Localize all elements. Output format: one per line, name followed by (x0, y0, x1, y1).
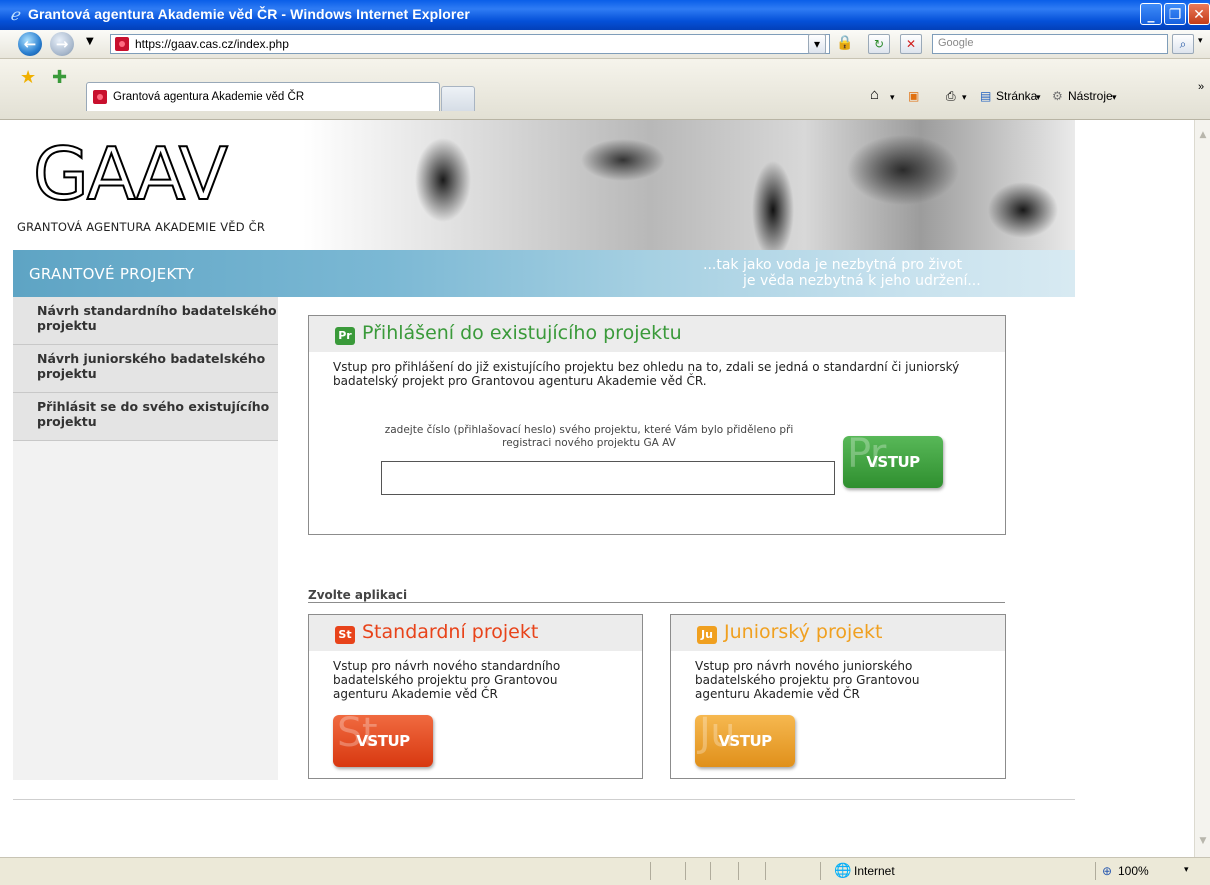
address-toolbar: ← → ▼ https://gaav.cas.cz/index.php ▾ 🔒 … (0, 30, 1210, 59)
login-title: Přihlášení do existujícího projektu (362, 322, 682, 344)
ie-logo-icon: ℯ (10, 5, 20, 24)
apps-heading: Zvolte aplikaci (308, 588, 408, 602)
login-badge: Pr (335, 327, 355, 345)
search-icon[interactable]: ⌕ (1172, 34, 1194, 54)
minimize-button[interactable]: _ (1140, 3, 1162, 25)
status-separator (710, 862, 711, 880)
login-panel: Pr Přihlášení do existujícího projektu V… (308, 315, 1006, 535)
lock-icon[interactable]: 🔒 (836, 35, 853, 51)
quote-line-1: ...tak jako voda je nezbytná pro život (703, 257, 963, 273)
stop-button[interactable]: ✕ (900, 34, 922, 54)
tab-label: Grantová agentura Akademie věd ČR (113, 91, 305, 103)
login-vstup-button[interactable]: Pr VSTUP (843, 431, 943, 488)
tab-bar: ★ ✚ Grantová agentura Akademie věd ČR ⌂ … (0, 59, 1210, 120)
search-options-icon[interactable]: ▾ (1198, 36, 1203, 46)
page-dropdown-icon[interactable]: ▾ (1036, 92, 1041, 103)
standard-project-panel: St Standardní projekt Vstup pro návrh no… (308, 614, 643, 779)
scroll-down-icon[interactable]: ▼ (1196, 836, 1210, 852)
add-favorite-icon[interactable]: ✚ (52, 67, 67, 88)
gear-icon: ⚙ (1052, 89, 1063, 103)
zoom-level[interactable]: 100% (1118, 864, 1149, 878)
site-header: GAAV GRANTOVÁ AGENTURA AKADEMIE VĚD ČR G… (13, 120, 1075, 297)
status-bar: 🌐 Internet ⊕ 100% ▾ (0, 857, 1210, 885)
login-button-label: VSTUP (866, 453, 920, 471)
close-button[interactable]: ✕ (1188, 3, 1210, 25)
junior-description: Vstup pro návrh nového juniorského badat… (695, 659, 920, 701)
status-separator (765, 862, 766, 880)
standard-button-label: VSTUP (356, 732, 410, 750)
standard-badge: St (335, 626, 355, 644)
page-viewport: GAAV GRANTOVÁ AGENTURA AKADEMIE VĚD ČR G… (0, 120, 1194, 857)
back-button[interactable]: ← (18, 32, 42, 56)
print-dropdown-icon[interactable]: ▾ (962, 92, 967, 103)
print-icon[interactable]: ⎙ (946, 89, 956, 104)
forward-button[interactable]: → (50, 32, 74, 56)
search-placeholder: Google (938, 37, 974, 49)
zone-label: Internet (854, 864, 895, 878)
project-code-input[interactable] (381, 461, 835, 495)
history-dropdown-icon[interactable]: ▼ (86, 36, 94, 47)
standard-panel-header: St Standardní projekt (309, 615, 642, 651)
page-menu[interactable]: Stránka (996, 89, 1037, 103)
apps-divider (308, 602, 1005, 603)
tab-gaav[interactable]: Grantová agentura Akademie věd ČR (86, 82, 440, 111)
login-description: Vstup pro přihlášení do již existujícího… (333, 360, 960, 388)
home-dropdown-icon[interactable]: ▾ (890, 92, 895, 103)
sidebar-item-standard-project[interactable]: Návrh standardního badatelského projektu (13, 297, 278, 345)
sidebar-item-login[interactable]: Přihlásit se do svého existujícího proje… (13, 393, 278, 441)
zoom-dropdown-icon[interactable]: ▾ (1184, 864, 1189, 875)
search-input[interactable]: Google (932, 34, 1168, 54)
junior-panel-header: Ju Juniorský projekt (671, 615, 1005, 651)
maximize-button[interactable]: ❐ (1164, 3, 1186, 25)
url-field[interactable]: https://gaav.cas.cz/index.php (110, 34, 830, 54)
new-tab-button[interactable] (441, 86, 475, 111)
tools-dropdown-icon[interactable]: ▾ (1112, 92, 1117, 103)
quote-line-2: je věda nezbytná k jeho udržení... (743, 273, 981, 289)
gaav-logo[interactable]: GAAV (32, 131, 229, 217)
status-separator (738, 862, 739, 880)
refresh-button[interactable]: ↻ (868, 34, 890, 54)
junior-button-label: VSTUP (718, 732, 772, 750)
header-quote: ...tak jako voda je nezbytná pro život j… (703, 257, 981, 289)
junior-vstup-button[interactable]: Ju VSTUP (695, 710, 795, 767)
junior-project-panel: Ju Juniorský projekt Vstup pro návrh nov… (670, 614, 1006, 779)
login-hint: zadejte číslo (přihlašovací heslo) svého… (384, 424, 794, 449)
tools-menu[interactable]: Nástroje (1068, 89, 1113, 103)
url-text: https://gaav.cas.cz/index.php (135, 37, 289, 51)
section-bar: GRANTOVÉ PROJEKTY ...tak jako voda je ne… (13, 250, 1075, 297)
footer-divider (13, 799, 1075, 800)
feeds-icon[interactable]: ▣ (908, 89, 919, 103)
standard-description: Vstup pro návrh nového standardního bada… (333, 659, 561, 701)
sidebar-item-junior-project[interactable]: Návrh juniorského badatelského projektu (13, 345, 278, 393)
tab-favicon-icon (93, 90, 107, 104)
status-separator (1095, 862, 1096, 880)
status-separator (650, 862, 651, 880)
url-dropdown-button[interactable]: ▾ (808, 34, 826, 54)
status-separator (685, 862, 686, 880)
junior-title: Juniorský projekt (724, 621, 883, 643)
favorites-star-icon[interactable]: ★ (20, 67, 36, 88)
window-title: Grantová agentura Akademie věd ČR - Wind… (28, 6, 470, 22)
junior-badge: Ju (697, 626, 717, 644)
login-panel-header: Pr Přihlášení do existujícího projektu (309, 316, 1005, 352)
home-icon[interactable]: ⌂ (870, 86, 879, 103)
sidebar: Návrh standardního badatelského projektu… (13, 297, 278, 780)
title-bar: ℯ Grantová agentura Akademie věd ČR - Wi… (0, 0, 1210, 30)
chevron-more-icon[interactable]: » (1198, 81, 1204, 93)
standard-vstup-button[interactable]: St VSTUP (333, 710, 433, 767)
org-name: GRANTOVÁ AGENTURA AKADEMIE VĚD ČR (17, 220, 266, 234)
scroll-up-icon[interactable]: ▲ (1196, 130, 1210, 146)
vertical-scrollbar[interactable]: ▲ ▼ (1194, 120, 1210, 857)
zoom-icon[interactable]: ⊕ (1102, 864, 1112, 878)
section-title: GRANTOVÉ PROJEKTY (29, 265, 195, 283)
status-separator (820, 862, 821, 880)
site-favicon-icon (115, 37, 129, 51)
page-icon: ▤ (980, 89, 992, 103)
standard-title: Standardní projekt (362, 621, 539, 643)
globe-icon: 🌐 (834, 862, 852, 878)
